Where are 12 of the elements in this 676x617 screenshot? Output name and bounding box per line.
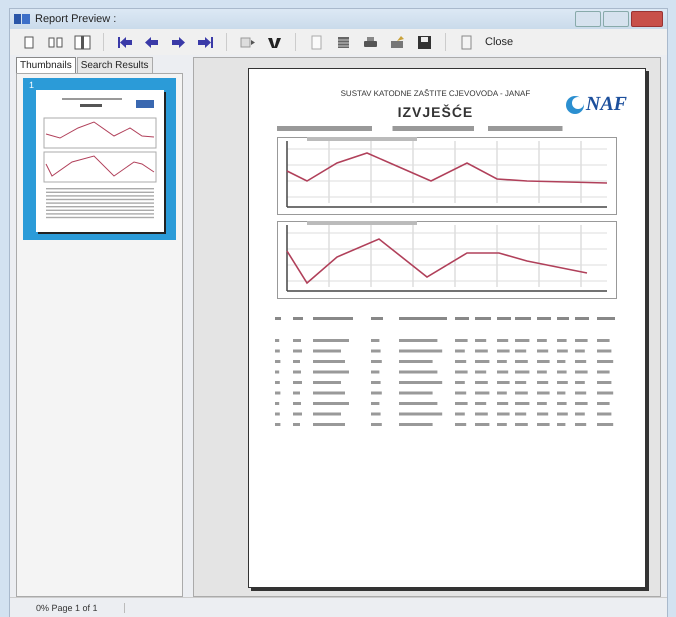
window-title: Report Preview : [35,13,116,25]
page-number: 1 [29,80,34,90]
tab[interactable]: Thumbnails [16,57,76,73]
tab[interactable]: Search Results [76,57,153,73]
report-header: SUSTAV KATODNE ZAŠTITE CJEVOVODA - JANAF [340,89,530,98]
close-report-button[interactable]: Close [481,31,518,53]
app-icon [14,13,30,25]
status-text: 0% Page 1 of 1 [36,602,125,612]
export-icon [389,34,406,50]
save-icon [416,34,433,50]
report-title: IZVJEŠĆE [398,104,474,120]
company-logo: NAF [564,93,627,116]
